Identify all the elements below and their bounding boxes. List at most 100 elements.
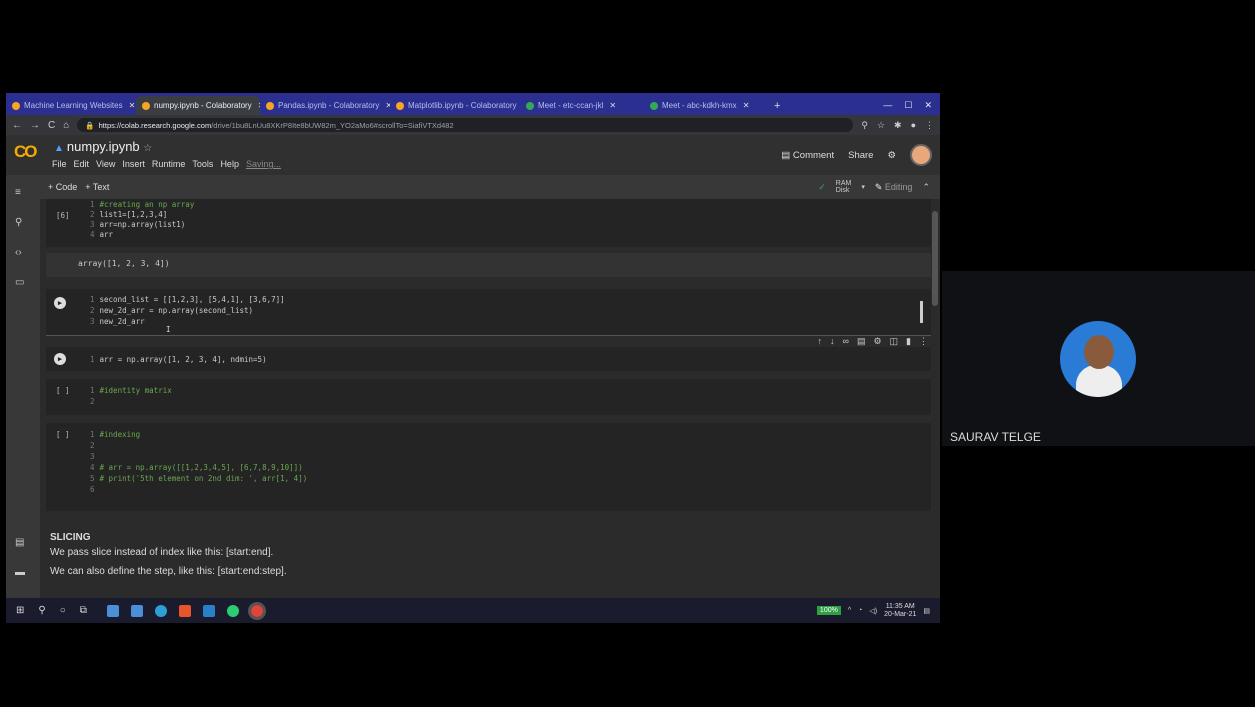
chevron-up-icon[interactable]: ^ bbox=[848, 607, 851, 614]
tab-meet-2[interactable]: Meet - abc-kdkh-kmx ✕ bbox=[644, 96, 768, 115]
scroll-thumb[interactable] bbox=[932, 211, 938, 306]
windows-start-icon[interactable]: ⊞ bbox=[16, 605, 24, 616]
window-controls: — ☐ ✕ bbox=[875, 100, 940, 115]
menu-help[interactable]: Help bbox=[220, 159, 239, 169]
code-line: 5 # print('5th element on 2nd dim: ', arr… bbox=[90, 474, 308, 483]
terminal-icon[interactable]: ▬ bbox=[15, 567, 25, 578]
code-cell[interactable]: [ ] 1 #indexing 2 3 4 # arr = np.array([[1… bbox=[46, 423, 931, 511]
gear-icon[interactable]: ⚙ bbox=[887, 150, 896, 161]
text-cell[interactable]: SLICING We pass slice instead of index l… bbox=[50, 532, 287, 577]
lock-icon: 🔒 bbox=[85, 120, 95, 130]
system-tray: 100% ^ ◔ ◁) 11:35 AM 20-Mar-21 ▤ bbox=[816, 603, 930, 619]
tab-pandas[interactable]: Pandas.ipynb - Colaboratory ✕ bbox=[260, 96, 390, 115]
clock[interactable]: 11:35 AM 20-Mar-21 bbox=[884, 603, 916, 619]
close-icon[interactable]: ✕ bbox=[743, 101, 750, 110]
notification-icon[interactable]: ▤ bbox=[923, 607, 930, 615]
back-icon[interactable]: ← bbox=[12, 120, 22, 131]
chrome-icon[interactable] bbox=[247, 601, 266, 620]
code-line: 2 list1=[1,2,3,4] bbox=[90, 210, 168, 219]
maximize-icon[interactable]: ☐ bbox=[904, 100, 912, 111]
address-bar: ← → C ⌂ 🔒 https://colab.research.google.c… bbox=[6, 115, 940, 135]
participant-name: SAURAV TELGE bbox=[950, 430, 1041, 444]
text-paragraph: We pass slice instead of index like this… bbox=[50, 547, 274, 558]
task-view-icon[interactable]: ⧉ bbox=[80, 605, 87, 616]
code-cell-focused[interactable]: ▶ 1 second_list = [[1,2,3], [5,4,1], [3,6… bbox=[46, 289, 931, 336]
app-icon[interactable] bbox=[106, 604, 119, 617]
close-icon[interactable]: ✕ bbox=[129, 101, 136, 110]
menu-file[interactable]: File bbox=[52, 159, 67, 169]
mirror-icon[interactable]: ◫ bbox=[890, 336, 899, 347]
add-text-button[interactable]: + Text bbox=[85, 182, 109, 192]
menu-insert[interactable]: Insert bbox=[122, 159, 145, 169]
tab-meet-1[interactable]: Meet - etc-ccan-jkl ✕ bbox=[520, 96, 644, 115]
run-button[interactable]: ▶ bbox=[54, 353, 66, 365]
whatsapp-icon[interactable] bbox=[226, 604, 239, 617]
vscode-icon[interactable] bbox=[202, 604, 215, 617]
tab-matplotlib[interactable]: Matplotlib.ipynb - Colaboratory✕ bbox=[390, 96, 520, 115]
menu-runtime[interactable]: Runtime bbox=[152, 159, 186, 169]
menu-edit[interactable]: Edit bbox=[74, 159, 90, 169]
code-cell[interactable]: [6] 1 #creating an np array 2 list1=[1,2,3… bbox=[46, 199, 931, 247]
menu-tools[interactable]: Tools bbox=[192, 159, 213, 169]
volume-icon[interactable]: ◁) bbox=[869, 607, 877, 615]
notebook-title[interactable]: ▲ numpy.ipynb ☆ bbox=[54, 139, 152, 154]
more-icon[interactable]: ⋮ bbox=[925, 120, 934, 131]
star-icon[interactable]: ☆ bbox=[877, 120, 885, 131]
gear-icon[interactable]: ⚙ bbox=[873, 336, 881, 347]
star-icon[interactable]: ☆ bbox=[143, 143, 152, 154]
delete-icon[interactable]: ▮ bbox=[906, 336, 911, 347]
battery-indicator[interactable]: 100% bbox=[816, 606, 841, 615]
cell-toolbar: ↑ ↓ ∞ ▤ ⚙ ◫ ▮ ⋮ bbox=[818, 336, 928, 347]
editing-mode[interactable]: ✎ Editing bbox=[875, 182, 913, 193]
avatar[interactable] bbox=[910, 144, 932, 166]
tab-ml-websites[interactable]: Machine Learning Websites ✕ bbox=[6, 96, 136, 115]
code-snippets-icon[interactable]: ‹› bbox=[15, 247, 22, 258]
comment-button[interactable]: ▤ Comment bbox=[781, 150, 834, 161]
search-icon[interactable]: ⚲ bbox=[38, 605, 45, 616]
comment-icon: ▤ bbox=[781, 149, 791, 161]
move-up-icon[interactable]: ↑ bbox=[818, 336, 823, 347]
forward-icon[interactable]: → bbox=[30, 120, 40, 131]
menu-view[interactable]: View bbox=[96, 159, 115, 169]
brave-icon[interactable] bbox=[178, 604, 191, 617]
zoom-icon[interactable]: ⚲ bbox=[861, 120, 868, 131]
edge-icon[interactable] bbox=[154, 604, 167, 617]
close-icon[interactable]: ✕ bbox=[609, 101, 616, 110]
link-icon[interactable]: ∞ bbox=[843, 336, 849, 347]
participant-tile[interactable]: SAURAV TELGE bbox=[942, 271, 1255, 446]
code-cell[interactable]: ▶ 1 arr = np.array([1, 2, 3, 4], ndmin=5) bbox=[46, 347, 931, 371]
reload-icon[interactable]: C bbox=[48, 120, 55, 131]
cell-scrollbar[interactable] bbox=[920, 301, 923, 323]
url-input[interactable]: 🔒 https://colab.research.google.com/drive… bbox=[77, 118, 854, 132]
code-line: 4 arr bbox=[90, 230, 114, 239]
home-icon[interactable]: ⌂ bbox=[63, 120, 69, 131]
add-code-button[interactable]: + Code bbox=[48, 182, 77, 192]
extensions-icon[interactable]: ✱ bbox=[894, 120, 902, 131]
network-icon[interactable]: ◔ bbox=[858, 607, 862, 614]
search-icon[interactable]: ⚲ bbox=[15, 217, 22, 228]
toc-icon[interactable]: ≡ bbox=[15, 187, 21, 198]
code-line: 4 # arr = np.array([[1,2,3,4,5], [6,7,8,9… bbox=[90, 463, 303, 472]
cortana-icon[interactable]: ○ bbox=[60, 605, 66, 616]
pencil-icon: ✎ bbox=[874, 181, 883, 192]
comment-icon[interactable]: ▤ bbox=[857, 336, 866, 347]
run-button[interactable]: ▶ bbox=[54, 297, 66, 309]
chevron-down-icon[interactable]: ▾ bbox=[861, 183, 865, 191]
new-tab-icon[interactable]: + bbox=[768, 100, 786, 115]
command-palette-icon[interactable]: ▤ bbox=[15, 537, 24, 548]
files-icon[interactable]: ▭ bbox=[15, 277, 24, 288]
store-icon[interactable] bbox=[130, 604, 143, 617]
notebook-scrollbar[interactable] bbox=[932, 199, 938, 598]
minimize-icon[interactable]: — bbox=[883, 100, 892, 111]
execution-count: [6] bbox=[56, 211, 70, 220]
share-button[interactable]: Share bbox=[848, 150, 873, 161]
profile-icon[interactable]: ● bbox=[911, 120, 916, 131]
move-down-icon[interactable]: ↓ bbox=[830, 336, 835, 347]
resources-indicator[interactable]: ✓ RAM Disk ▾ ✎ Editing ⌃ bbox=[818, 180, 930, 194]
close-window-icon[interactable]: ✕ bbox=[924, 100, 932, 111]
chevron-up-icon[interactable]: ⌃ bbox=[922, 182, 930, 193]
code-cell[interactable]: [ ] 1 #identity matrix 2 bbox=[46, 379, 931, 415]
tab-numpy[interactable]: numpy.ipynb - Colaboratory✕ bbox=[136, 96, 260, 115]
more-icon[interactable]: ⋮ bbox=[919, 336, 928, 347]
colab-logo[interactable]: CO bbox=[14, 142, 37, 162]
